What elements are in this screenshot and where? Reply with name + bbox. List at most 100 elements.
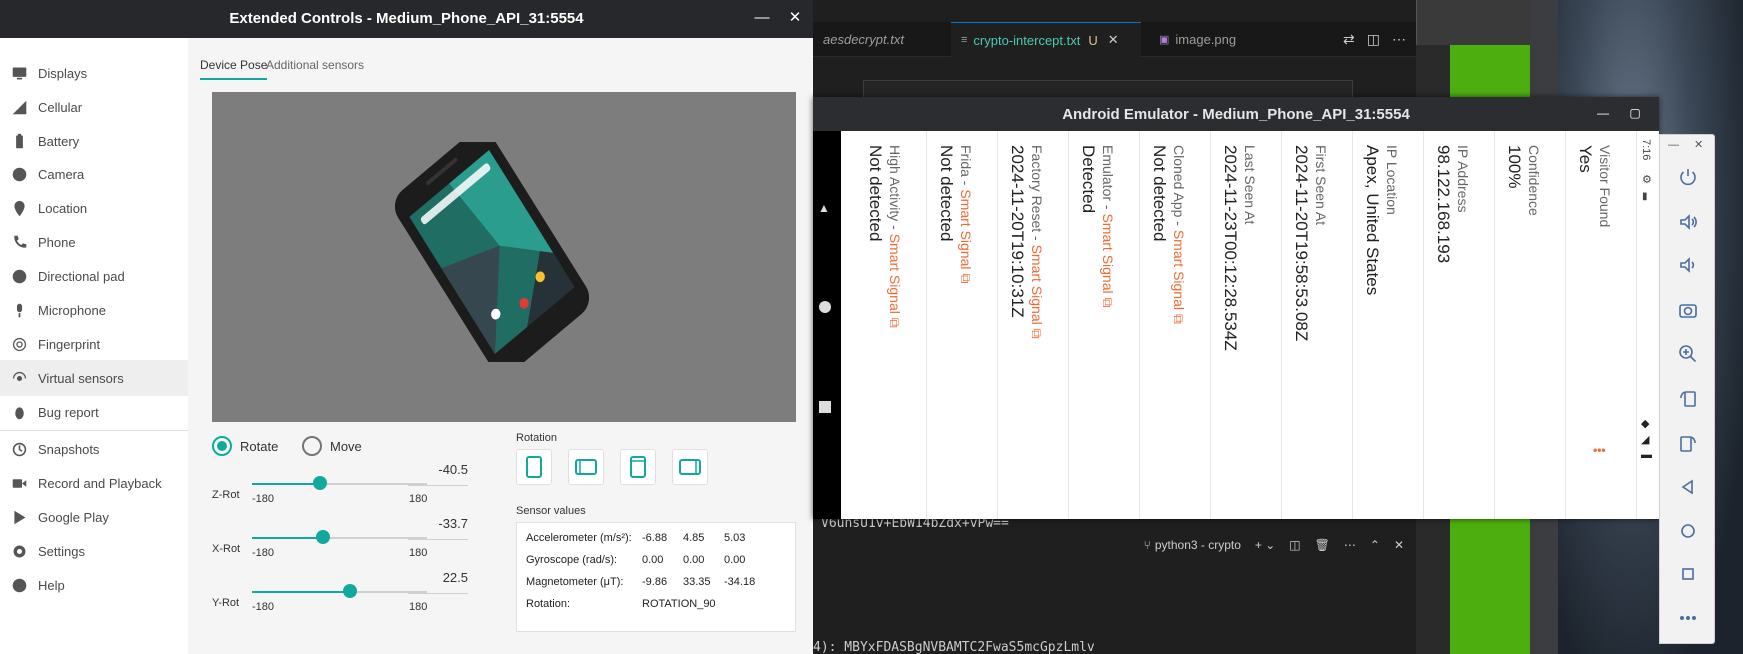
volume-up-button[interactable] [1674,208,1702,236]
zoom-button[interactable] [1674,340,1702,368]
more-icon[interactable]: ⋯ [1344,538,1356,552]
home-nav-icon[interactable] [819,301,831,313]
back-button[interactable] [1674,473,1702,501]
slider-thumb[interactable] [316,530,330,544]
overview-button[interactable] [1674,560,1702,588]
close-icon[interactable]: ✕ [785,8,805,28]
volume-down-button[interactable] [1674,251,1702,279]
rotate-left-button[interactable] [1674,384,1702,412]
trash-icon[interactable]: 🗑 [1315,538,1330,552]
close-toolbar-icon[interactable]: ✕ [1694,138,1703,151]
external-link-icon[interactable]: ⧉ [1029,325,1045,339]
device-screen[interactable]: ▲ Yes Visitor Found 100% Confidence 98.122.1… [813,131,1659,519]
external-link-icon[interactable]: ⧉ [1100,294,1116,308]
slider-thumb[interactable] [343,584,357,598]
rotate-radio[interactable]: Rotate [212,436,278,456]
slider-max: 180 [409,493,428,505]
sidebar-item-record-and-playback[interactable]: Record and Playback [0,465,188,501]
slider-track[interactable] [252,584,427,598]
tab-aesdecrypt[interactable]: aesdecrypt.txt [813,22,943,57]
more-button[interactable] [1674,604,1702,632]
info-label: Emulator - Smart Signal ⧉ [1100,145,1116,308]
image-icon: ▣ [1159,34,1170,46]
x-rot-value[interactable]: -33.7 [408,516,468,540]
more-actions-icon[interactable]: ⋯ [1392,31,1406,48]
more-menu-button[interactable]: ••• [1593,443,1606,457]
terminal-selector[interactable]: ⑂ python3 - crypto [1144,538,1241,552]
minimize-icon[interactable]: — [752,8,772,28]
new-terminal-icon[interactable]: + ⌄ [1255,538,1275,552]
info-label-text: Frida - [958,145,974,190]
sidebar-item-snapshots[interactable]: Snapshots [0,431,188,467]
display-icon [0,65,38,82]
move-radio[interactable]: Move [302,436,362,456]
sidebar-item-phone[interactable]: Phone [0,224,188,260]
reverse-landscape-button[interactable] [672,449,708,485]
sidebar-item-label: Settings [38,543,85,559]
tab-crypto-intercept[interactable]: ≡ crypto-intercept.txt U ✕ [951,22,1141,57]
smart-signal-link[interactable]: Smart Signal [1171,230,1187,310]
slider-label: X-Rot [212,543,241,555]
recents-nav-icon[interactable] [819,401,831,413]
smart-signal-link[interactable]: Smart Signal [887,234,903,314]
external-link-icon[interactable]: ⧉ [887,314,903,328]
slider-track[interactable] [252,476,427,490]
battery-status-icon: ▮ [1642,191,1648,202]
split-editor-icon[interactable]: ◫ [1367,31,1380,48]
tab-device-pose[interactable]: Device Pose [200,58,268,80]
info-column: 2024-11-20T19:10:31Z Factory Reset - Smar… [998,131,1069,519]
minimize-icon[interactable]: — [1593,103,1613,123]
rotate-label: Rotate [240,438,279,454]
smart-signal-link[interactable]: Smart Signal [958,189,974,269]
y-rot-value[interactable]: 22.5 [408,570,468,594]
sidebar-item-virtual-sensors[interactable]: Virtual sensors [0,360,188,396]
sidebar-item-google-play[interactable]: Google Play [0,499,188,535]
sidebar-item-cellular[interactable]: Cellular [0,89,188,125]
sidebar-item-camera[interactable]: Camera [0,156,188,192]
z-rot-value[interactable]: -40.5 [408,462,468,486]
rotate-right-icon [1680,436,1696,452]
sidebar-item-microphone[interactable]: Microphone [0,292,188,328]
sidebar-item-fingerprint[interactable]: Fingerprint [0,326,188,362]
close-tab-icon[interactable]: ✕ [1108,32,1119,48]
camera-button[interactable] [1674,296,1702,324]
sidebar-item-help[interactable]: Help [0,567,188,603]
reverse-portrait-button[interactable] [620,449,656,485]
external-link-icon[interactable]: ⧉ [958,270,974,283]
sidebar-item-battery[interactable]: Battery [0,123,188,159]
info-value: Apex, United States [1363,145,1382,296]
maximize-icon[interactable]: ▢ [1625,103,1645,123]
status-time: 7:16 [1640,139,1652,161]
tab-additional-sensors[interactable]: Additional sensors [266,58,364,78]
slider-track[interactable] [252,530,427,544]
maximize-panel-icon[interactable]: ⌃ [1370,538,1380,552]
sidebar-item-location[interactable]: Location [0,190,188,226]
smart-signal-link[interactable]: Smart Signal [1029,245,1045,325]
slider-thumb[interactable] [313,476,327,490]
rotate-right-button[interactable] [1674,429,1702,457]
tab-image[interactable]: ▣ image.png [1149,22,1269,57]
device-pose-viewport[interactable] [212,92,796,422]
home-button[interactable] [1674,517,1702,545]
sidebar-item-directional-pad[interactable]: Directional pad [0,258,188,294]
external-link-icon[interactable]: ⧉ [1171,310,1187,324]
landscape-button[interactable] [568,449,604,485]
compare-icon[interactable]: ⇄ [1343,31,1355,48]
back-nav-icon[interactable]: ▲ [818,201,830,215]
video-icon [0,475,38,492]
power-button[interactable] [1674,163,1702,191]
close-panel-icon[interactable]: ✕ [1394,538,1404,552]
split-terminal-icon[interactable]: ◫ [1289,538,1300,552]
sidebar-item-bug-report[interactable]: Bug report [0,394,188,430]
battery-status-icon: ◆ [1641,418,1650,430]
sidebar-item-settings[interactable]: Settings [0,533,188,569]
smart-signal-link[interactable]: Smart Signal [1100,213,1116,293]
portrait-button[interactable] [516,449,552,485]
sidebar: Displays Cellular Battery Camera Location Pho… [0,38,188,654]
gear-icon [0,543,38,560]
minimize-toolbar-icon[interactable]: — [1668,139,1679,151]
sidebar-item-displays[interactable]: Displays [0,55,188,91]
emulator-toolbar: — ✕ [1659,134,1715,644]
info-column: Not detected High Activity - Smart Signal… [856,131,927,519]
info-label: IP Address [1455,145,1471,212]
